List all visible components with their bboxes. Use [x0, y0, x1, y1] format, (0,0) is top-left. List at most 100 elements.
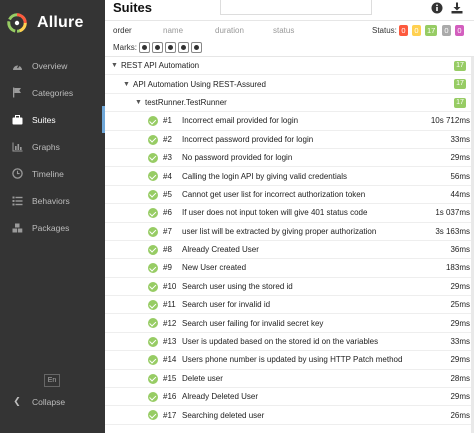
group-count: 17 — [454, 79, 466, 90]
new-broken-mark-button[interactable] — [178, 41, 189, 53]
passed-check-icon — [148, 410, 158, 421]
test-name: User is updated based on the stored id o… — [182, 337, 379, 347]
test-row[interactable]: #17 Searching deleted user 26ms — [105, 406, 474, 425]
test-duration: 29ms — [450, 318, 470, 328]
test-row[interactable]: #4 Calling the login API by giving valid … — [105, 167, 474, 186]
marks-filter: Marks: — [113, 40, 202, 54]
test-row[interactable]: #6 If user does not input token will give… — [105, 204, 474, 223]
sidebar-item-label: Overview — [32, 60, 68, 71]
test-number: #7 — [163, 226, 172, 236]
test-name: Cannot get user list for incorrect autho… — [182, 189, 366, 199]
test-number: #13 — [163, 337, 177, 347]
test-number: #8 — [163, 245, 172, 255]
test-name: Search user failing for invalid secret k… — [182, 318, 324, 328]
main-panel: Suites order name duration status Status… — [105, 0, 474, 433]
passed-check-icon — [148, 244, 158, 255]
passed-check-icon — [148, 171, 158, 182]
info-icon[interactable] — [431, 2, 443, 14]
sidebar-item-behaviors[interactable]: Behaviors — [0, 187, 105, 214]
test-row[interactable]: #14 Users phone number is updated by usin… — [105, 351, 474, 370]
test-number: #5 — [163, 189, 172, 199]
test-row[interactable]: #3 No password provided for login 29ms — [105, 149, 474, 168]
test-row[interactable]: #7 user list will be extracted by giving … — [105, 223, 474, 241]
test-row[interactable]: #8 Already Created User 36ms — [105, 241, 474, 260]
test-number: #11 — [163, 300, 176, 310]
test-name: Searching deleted user — [182, 410, 265, 420]
status-badge-skipped[interactable]: 0 — [442, 25, 451, 36]
search-box[interactable] — [220, 0, 372, 15]
sort-duration[interactable]: duration — [215, 26, 244, 35]
language-button[interactable]: En — [44, 374, 60, 387]
test-row[interactable]: #15 Delete user 28ms — [105, 370, 474, 389]
chevron-down-icon: ▼ — [111, 62, 118, 70]
status-badge-broken[interactable]: 0 — [412, 25, 421, 36]
test-number: #10 — [163, 281, 177, 291]
group-count: 17 — [454, 97, 466, 108]
clock-icon — [11, 168, 23, 180]
retries-mark-button[interactable] — [191, 41, 202, 53]
test-number: #4 — [163, 171, 172, 181]
sidebar-item-categories[interactable]: Categories — [0, 79, 105, 106]
test-number: #3 — [163, 153, 172, 163]
sidebar-item-packages[interactable]: Packages — [0, 214, 105, 241]
test-row[interactable]: #13 User is updated based on the stored i… — [105, 333, 474, 352]
passed-check-icon — [148, 336, 158, 347]
sort-order[interactable]: order — [113, 26, 132, 35]
test-row[interactable]: #9 New User created 183ms — [105, 259, 474, 278]
status-filter-label: Status: — [372, 26, 397, 35]
test-duration: 44ms — [450, 189, 470, 199]
test-name: Incorrect email provided for login — [182, 116, 299, 126]
flaky-mark-button[interactable] — [139, 41, 150, 53]
sort-name[interactable]: name — [163, 26, 183, 35]
collapse-label: Collapse — [32, 396, 66, 407]
sidebar-item-suites[interactable]: Suites — [0, 106, 105, 133]
status-badge-passed[interactable]: 17 — [425, 25, 438, 36]
test-duration: 33ms — [450, 337, 470, 347]
sort-bar: order name duration status Status: 0 0 1… — [105, 24, 474, 38]
bar-chart-icon — [11, 141, 23, 153]
briefcase-icon — [11, 114, 23, 126]
status-badge-failed[interactable]: 0 — [399, 25, 408, 36]
test-duration: 29ms — [450, 392, 470, 402]
chevron-down-icon: ▼ — [123, 80, 130, 88]
sidebar-item-timeline[interactable]: Timeline — [0, 160, 105, 187]
passed-check-icon — [148, 152, 158, 163]
passed-check-icon — [148, 116, 158, 127]
test-row[interactable]: #5 Cannot get user list for incorrect aut… — [105, 186, 474, 205]
passed-check-icon — [148, 189, 158, 200]
test-row[interactable]: #16 Already Deleted User 29ms — [105, 388, 474, 407]
tree-group-rest-api-automation[interactable]: ▼ REST API Automation 17 — [105, 57, 474, 76]
sidebar-item-overview[interactable]: Overview — [0, 52, 105, 79]
test-number: #17 — [163, 410, 177, 420]
sort-status[interactable]: status — [273, 26, 294, 35]
passed-check-icon — [148, 226, 158, 237]
test-number: #15 — [163, 373, 177, 383]
passed-check-icon — [148, 134, 158, 145]
sidebar-item-label: Suites — [32, 114, 56, 125]
sidebar-item-label: Behaviors — [32, 195, 70, 206]
test-row[interactable]: #12 Search user failing for invalid secre… — [105, 314, 474, 333]
passed-check-icon — [148, 318, 158, 329]
passed-check-icon — [148, 355, 158, 366]
brand[interactable]: Allure — [6, 10, 84, 36]
new-failed-mark-button[interactable] — [152, 41, 163, 53]
sidebar-item-label: Categories — [32, 87, 74, 98]
status-badge-unknown[interactable]: 0 — [455, 25, 464, 36]
tree-group-test-runner[interactable]: ▼ testRunner.TestRunner 17 — [105, 94, 474, 113]
collapse-button[interactable]: ❮ Collapse — [11, 396, 65, 407]
tree-group-api-automation[interactable]: ▼ API Automation Using REST-Assured 17 — [105, 75, 474, 94]
test-row[interactable]: #11 Search user for invalid id 25ms — [105, 296, 474, 315]
sidebar-item-graphs[interactable]: Graphs — [0, 133, 105, 160]
test-duration: 56ms — [450, 171, 470, 181]
passed-check-icon — [148, 373, 158, 384]
test-row[interactable]: #10 Search user using the stored id 29ms — [105, 278, 474, 297]
test-number: #9 — [163, 263, 172, 273]
test-duration: 3s 163ms — [435, 226, 470, 236]
test-number: #14 — [163, 355, 177, 365]
test-row[interactable]: #2 Incorrect password provided for login 3… — [105, 131, 474, 149]
test-duration: 183ms — [445, 263, 470, 273]
new-passed-mark-button[interactable] — [165, 41, 176, 53]
test-duration: 10s 712ms — [430, 116, 470, 126]
test-row[interactable]: #1 Incorrect email provided for login 10s … — [105, 112, 474, 131]
download-icon[interactable] — [451, 2, 463, 14]
